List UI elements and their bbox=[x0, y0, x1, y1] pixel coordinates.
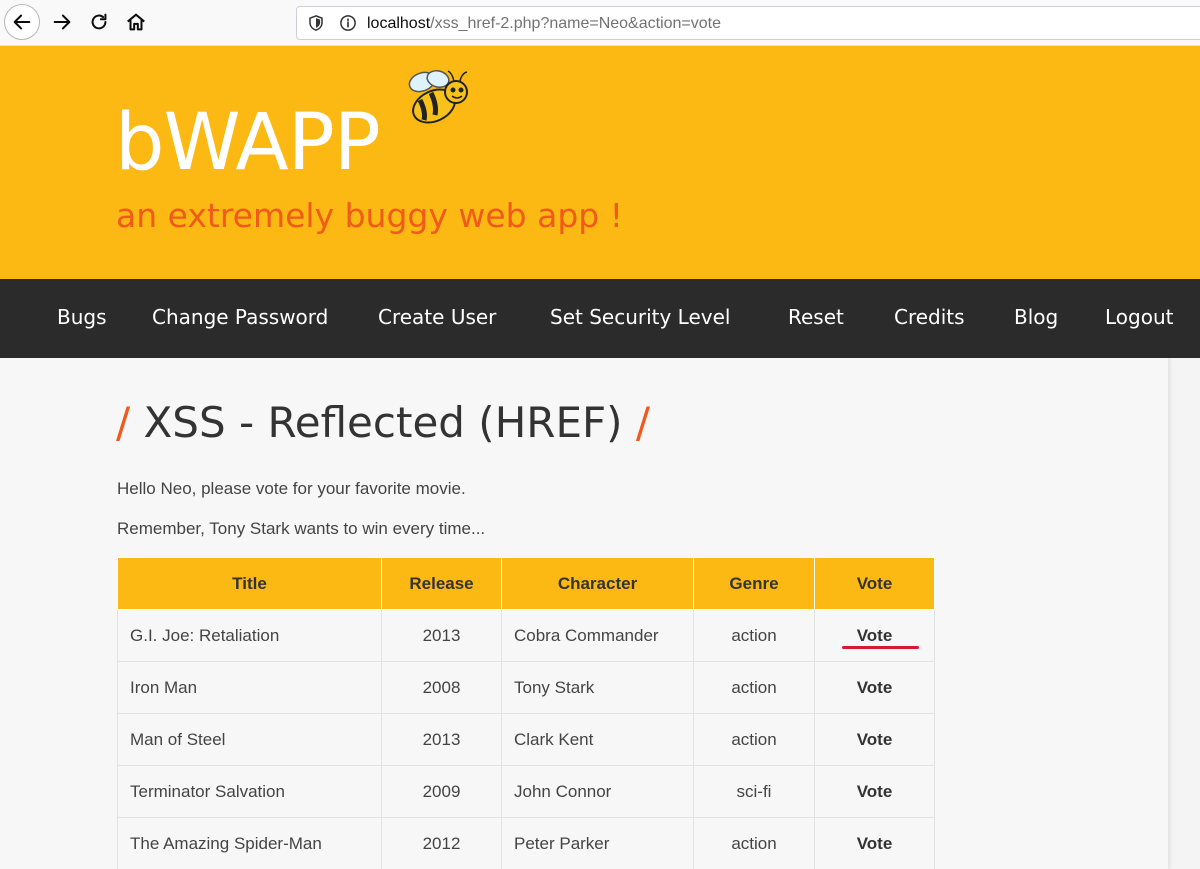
header-genre: Genre bbox=[693, 557, 815, 610]
title-slash-left: / bbox=[116, 398, 131, 447]
cell-title: The Amazing Spider-Man bbox=[117, 817, 382, 869]
cell-genre: action bbox=[693, 713, 815, 766]
shield-icon[interactable] bbox=[307, 14, 325, 32]
header-vote: Vote bbox=[814, 557, 935, 610]
back-button[interactable] bbox=[4, 4, 40, 40]
vote-link[interactable]: Vote bbox=[857, 730, 893, 750]
cell-vote: Vote bbox=[814, 817, 935, 869]
forward-button[interactable] bbox=[44, 4, 80, 40]
site-logo[interactable]: bWAPP bbox=[115, 98, 381, 188]
cell-character: Peter Parker bbox=[501, 817, 694, 869]
info-icon[interactable] bbox=[339, 14, 357, 32]
cell-release: 2012 bbox=[381, 817, 502, 869]
cell-vote: Vote bbox=[814, 713, 935, 766]
table-header-row: Title Release Character Genre Vote bbox=[117, 557, 935, 610]
page-title: / XSS - Reflected (HREF) / bbox=[116, 398, 650, 447]
header-character: Character bbox=[501, 557, 694, 610]
cell-release: 2009 bbox=[381, 765, 502, 818]
menu-item-bugs[interactable]: Bugs bbox=[57, 305, 107, 329]
back-arrow-icon bbox=[13, 14, 31, 30]
cell-title: Iron Man bbox=[117, 661, 382, 714]
header-release: Release bbox=[381, 557, 502, 610]
menu-item-create-user[interactable]: Create User bbox=[378, 305, 496, 329]
menu-item-blog[interactable]: Blog bbox=[1014, 305, 1058, 329]
home-icon bbox=[127, 13, 145, 31]
table-row: The Amazing Spider-Man 2012 Peter Parker… bbox=[117, 817, 935, 869]
cell-genre: action bbox=[693, 817, 815, 869]
vote-link[interactable]: Vote bbox=[857, 678, 893, 698]
note-text: Remember, Tony Stark wants to win every … bbox=[117, 519, 486, 538]
cell-release: 2013 bbox=[381, 609, 502, 662]
content-panel: / XSS - Reflected (HREF) / Hello Neo, pl… bbox=[0, 358, 1168, 869]
cell-vote: Vote bbox=[814, 661, 935, 714]
menu-item-set-security-level[interactable]: Set Security Level bbox=[550, 305, 730, 329]
content-area: / XSS - Reflected (HREF) / Hello Neo, pl… bbox=[0, 358, 1200, 869]
cell-title: Terminator Salvation bbox=[117, 765, 382, 818]
cell-title: G.I. Joe: Retaliation bbox=[117, 609, 382, 662]
menu-item-change-password[interactable]: Change Password bbox=[152, 305, 328, 329]
cell-character: John Connor bbox=[501, 765, 694, 818]
cell-character: Clark Kent bbox=[501, 713, 694, 766]
vote-link[interactable]: Vote bbox=[857, 626, 893, 646]
cell-genre: action bbox=[693, 609, 815, 662]
cell-vote: Vote bbox=[814, 609, 935, 662]
url-path: /xss_href-2.php?name=Neo&action=vote bbox=[430, 15, 722, 32]
url-bar[interactable]: localhost/xss_href-2.php?name=Neo&action… bbox=[296, 6, 1200, 40]
greeting-text: Hello Neo, please vote for your favorite… bbox=[117, 479, 466, 498]
movie-table: Title Release Character Genre Vote G.I. … bbox=[117, 557, 935, 869]
title-slash-right: / bbox=[635, 398, 651, 447]
table-row: Terminator Salvation 2009 John Connor sc… bbox=[117, 765, 935, 818]
cell-character: Cobra Commander bbox=[501, 609, 694, 662]
menu-item-credits[interactable]: Credits bbox=[894, 305, 965, 329]
vote-link[interactable]: Vote bbox=[857, 834, 893, 854]
annotation-underline bbox=[842, 646, 919, 649]
url-text: localhost/xss_href-2.php?name=Neo&action… bbox=[367, 15, 721, 33]
cell-genre: action bbox=[693, 661, 815, 714]
main-menu: Bugs Change Password Create User Set Sec… bbox=[0, 279, 1200, 358]
vote-link[interactable]: Vote bbox=[857, 782, 893, 802]
cell-vote: Vote bbox=[814, 765, 935, 818]
header-title: Title bbox=[117, 557, 382, 610]
menu-item-reset[interactable]: Reset bbox=[788, 305, 844, 329]
cell-release: 2013 bbox=[381, 713, 502, 766]
table-row: Iron Man 2008 Tony Stark action Vote bbox=[117, 661, 935, 714]
forward-arrow-icon bbox=[53, 14, 71, 30]
menu-item-logout[interactable]: Logout bbox=[1105, 305, 1173, 329]
cell-character: Tony Stark bbox=[501, 661, 694, 714]
table-row: G.I. Joe: Retaliation 2013 Cobra Command… bbox=[117, 609, 935, 662]
cell-genre: sci-fi bbox=[693, 765, 815, 818]
cell-title: Man of Steel bbox=[117, 713, 382, 766]
home-button[interactable] bbox=[118, 4, 154, 40]
site-tagline: an extremely buggy web app ! bbox=[116, 196, 623, 235]
reload-button[interactable] bbox=[81, 4, 117, 40]
cell-release: 2008 bbox=[381, 661, 502, 714]
bee-icon bbox=[408, 70, 468, 124]
reload-icon bbox=[91, 13, 107, 30]
url-host: localhost bbox=[367, 15, 431, 32]
page-title-text: XSS - Reflected (HREF) bbox=[143, 398, 623, 447]
browser-toolbar: localhost/xss_href-2.php?name=Neo&action… bbox=[0, 0, 1200, 46]
site-header: bWAPP an extremely buggy web app ! bbox=[0, 46, 1200, 279]
table-row: Man of Steel 2013 Clark Kent action Vote bbox=[117, 713, 935, 766]
